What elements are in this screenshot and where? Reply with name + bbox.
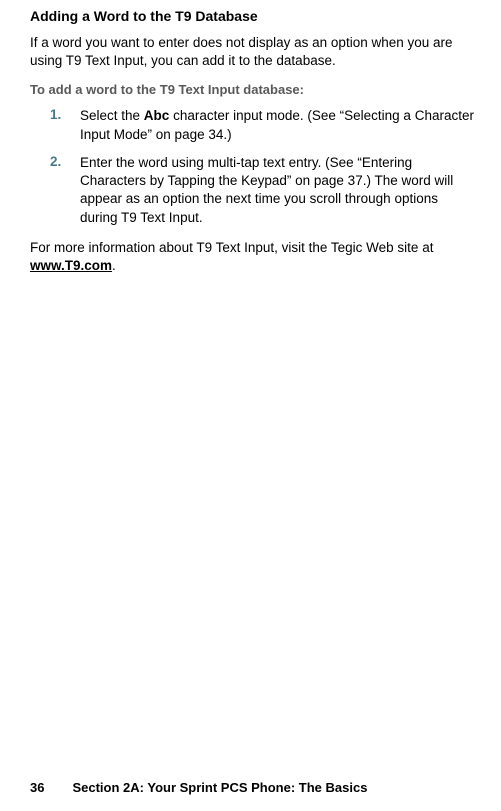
section-heading: Adding a Word to the T9 Database — [30, 8, 479, 24]
step-list: 1. Select the Abc character input mode. … — [50, 107, 479, 226]
closing-paragraph: For more information about T9 Text Input… — [30, 239, 479, 275]
step-text-bold: Abc — [144, 108, 170, 123]
page-footer: 36 Section 2A: Your Sprint PCS Phone: Th… — [0, 780, 501, 795]
step-item-2: 2. Enter the word using multi-tap text e… — [50, 154, 479, 227]
step-number: 1. — [50, 107, 80, 143]
intro-paragraph: If a word you want to enter does not dis… — [30, 34, 479, 70]
step-item-1: 1. Select the Abc character input mode. … — [50, 107, 479, 143]
step-text: Enter the word using multi-tap text entr… — [80, 154, 479, 227]
step-text-pre: Enter the word using multi-tap text entr… — [80, 155, 453, 225]
step-number: 2. — [50, 154, 80, 227]
closing-pre: For more information about T9 Text Input… — [30, 240, 433, 255]
sub-heading: To add a word to the T9 Text Input datab… — [30, 82, 479, 97]
step-text: Select the Abc character input mode. (Se… — [80, 107, 479, 143]
closing-post: . — [112, 258, 116, 273]
t9-link[interactable]: www.T9.com — [30, 258, 112, 273]
step-text-pre: Select the — [80, 108, 144, 123]
footer-section-title: Section 2A: Your Sprint PCS Phone: The B… — [72, 780, 367, 795]
page-number: 36 — [30, 780, 44, 795]
